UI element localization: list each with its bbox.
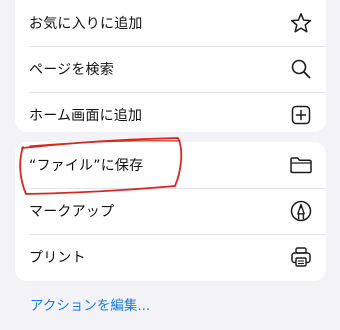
print-item[interactable]: プリント [15,234,326,280]
add-to-home-screen-item[interactable]: ホーム画面に追加 [15,92,326,132]
action-group-top: お気に入りに追加 ページを検索 ホーム画面に追加 [15,0,326,132]
print-label: プリント [29,250,86,266]
markup-label: マークアップ [29,204,115,220]
add-to-favorites-item[interactable]: お気に入りに追加 [15,0,326,46]
markup-item[interactable]: マークアップ [15,188,326,234]
add-square-icon [288,102,314,128]
printer-icon [288,244,314,270]
edit-actions-link[interactable]: アクションを編集... [30,294,150,314]
markup-pen-icon [288,198,314,224]
save-to-files-item[interactable]: “ファイル”に保存 [15,142,326,188]
star-icon [288,10,314,36]
add-to-home-screen-label: ホーム画面に追加 [29,108,143,124]
save-to-files-label: “ファイル”に保存 [29,158,144,174]
search-icon [288,56,314,82]
add-to-favorites-label: お気に入りに追加 [29,16,143,32]
find-on-page-item[interactable]: ページを検索 [15,46,326,92]
action-group-bottom: “ファイル”に保存 マークアップ プリント [15,142,326,281]
folder-icon [288,152,314,178]
find-on-page-label: ページを検索 [29,62,114,78]
